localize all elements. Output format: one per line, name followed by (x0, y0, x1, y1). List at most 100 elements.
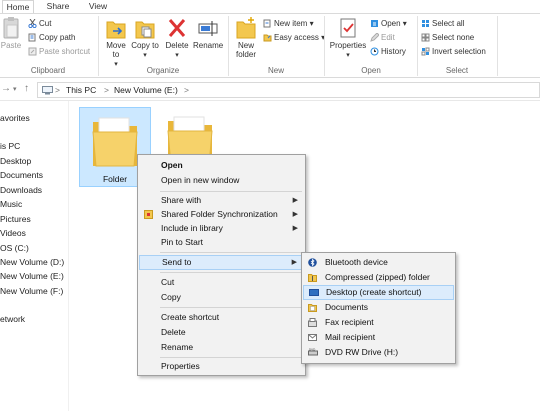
svg-text:DVD: DVD (309, 348, 316, 352)
nav-item-music[interactable]: Music (0, 199, 22, 209)
address-bar[interactable]: > This PC > New Volume (E:) > (37, 82, 540, 98)
copy-path-icon (28, 33, 36, 42)
send-to-dvd-drive[interactable]: DVD DVD RW Drive (H:) (303, 345, 454, 360)
new-group-label: New (267, 66, 284, 75)
compressed-folder-label: Compressed (zipped) folder (325, 272, 430, 282)
nav-item-downloads[interactable]: Downloads (0, 185, 42, 195)
menu-separator (160, 191, 302, 192)
documents-icon (308, 304, 317, 312)
nav-item-pictures[interactable]: Pictures (0, 214, 31, 224)
nav-item-new-volume-f[interactable]: New Volume (F:) (0, 286, 63, 296)
menu-item-pin-to-start[interactable]: Pin to Start (139, 235, 304, 250)
menu-item-open[interactable]: Open (139, 158, 304, 173)
nav-item-this-pc[interactable]: is PC (0, 141, 20, 151)
new-item-icon (263, 19, 271, 28)
nav-item-videos[interactable]: Videos (0, 228, 26, 238)
menu-separator (160, 357, 302, 358)
history-button[interactable]: History (370, 45, 406, 58)
open-group-label: Open (361, 66, 381, 75)
menu-item-share-with[interactable]: Share with ▶ (139, 193, 304, 208)
dvd-drive-label: DVD RW Drive (H:) (325, 347, 399, 357)
cut-button[interactable]: Cut (28, 17, 51, 30)
move-to-button[interactable]: Move to ▾ (102, 16, 130, 69)
send-to-fax-recipient[interactable]: Fax recipient (303, 315, 454, 330)
invert-selection-button[interactable]: Invert selection (421, 45, 486, 58)
up-button[interactable]: ↑ (24, 83, 29, 94)
rename-icon (198, 21, 218, 36)
delete-button[interactable]: Delete ▾ (163, 16, 191, 60)
menu-item-rename[interactable]: Rename (139, 340, 304, 355)
edit-button[interactable]: Edit (370, 31, 395, 44)
context-menu: Open Open in new window Share with ▶ Shar… (137, 154, 306, 376)
menu-item-copy[interactable]: Copy (139, 290, 304, 305)
send-to-label: Send to (162, 257, 192, 267)
tab-view[interactable]: View (84, 0, 112, 13)
rename-button[interactable]: Rename (193, 16, 223, 50)
breadcrumb-separator: > (55, 85, 60, 95)
tab-share[interactable]: Share (44, 0, 72, 13)
rename-label: Rename (193, 41, 224, 50)
send-to-documents[interactable]: Documents (303, 300, 454, 315)
copy-to-button[interactable]: Copy to ▾ (131, 16, 159, 60)
ribbon-divider (417, 16, 418, 76)
cut-label: Cut (39, 19, 52, 28)
pc-icon (42, 86, 53, 95)
open-label: Open (381, 19, 401, 28)
bluetooth-label: Bluetooth device (325, 257, 388, 267)
menu-item-properties[interactable]: Properties (139, 359, 304, 374)
menu-item-send-to[interactable]: Send to ▶ (139, 255, 304, 270)
desktop-shortcut-label: Desktop (create shortcut) (326, 287, 422, 297)
paste-shortcut-label: Paste shortcut (39, 47, 91, 56)
invert-selection-icon (421, 47, 430, 56)
send-to-desktop-shortcut[interactable]: Desktop (create shortcut) (303, 285, 454, 300)
submenu-arrow-icon: ▶ (292, 211, 298, 218)
easy-access-button[interactable]: Easy access ▾ (263, 31, 325, 44)
paste-icon (3, 17, 19, 39)
menu-item-include-in-library[interactable]: Include in library ▶ (139, 221, 304, 236)
pane-divider[interactable] (68, 101, 69, 411)
documents-label: Documents (325, 302, 368, 312)
mail-icon (308, 334, 317, 341)
menu-separator (160, 307, 302, 308)
paste-shortcut-button[interactable]: Paste shortcut (28, 45, 90, 58)
nav-item-network[interactable]: etwork (0, 314, 25, 324)
nav-item-new-volume-d[interactable]: New Volume (D:) (0, 257, 64, 267)
menu-item-open-new-window[interactable]: Open in new window (139, 173, 304, 188)
easy-access-label: Easy access (274, 33, 319, 42)
nav-item-documents[interactable]: Documents (0, 170, 43, 180)
send-to-mail-recipient[interactable]: Mail recipient (303, 330, 454, 345)
breadcrumb-new-volume-e[interactable]: New Volume (E:) (114, 85, 178, 95)
edit-icon (370, 32, 380, 42)
copy-path-button[interactable]: Copy path (28, 31, 75, 44)
properties-button[interactable]: Properties ▾ (328, 16, 368, 60)
menu-item-cut[interactable]: Cut (139, 275, 304, 290)
send-to-compressed-folder[interactable]: Compressed (zipped) folder (303, 270, 454, 285)
menu-item-shared-folder-sync[interactable]: Shared Folder Synchronization ▶ (139, 207, 304, 222)
new-folder-button[interactable]: New folder (232, 16, 260, 59)
open-icon (371, 20, 378, 27)
select-all-button[interactable]: Select all (421, 17, 464, 30)
new-item-button[interactable]: New item ▾ (263, 17, 314, 30)
select-all-label: Select all (432, 19, 465, 28)
ribbon-divider (98, 16, 99, 76)
nav-item-new-volume-e[interactable]: New Volume (E:) (0, 271, 64, 281)
menu-item-create-shortcut[interactable]: Create shortcut (139, 310, 304, 325)
nav-item-os-c[interactable]: OS (C:) (0, 243, 29, 253)
dvd-drive-icon: DVD (308, 348, 318, 356)
send-to-bluetooth[interactable]: Bluetooth device (303, 255, 454, 270)
folder-icon (92, 117, 138, 167)
properties-icon (340, 18, 356, 38)
select-none-button[interactable]: Select none (421, 31, 474, 44)
menu-item-delete[interactable]: Delete (139, 325, 304, 340)
nav-item-favorites[interactable]: avorites (0, 113, 30, 123)
move-to-label: Move to (106, 41, 126, 59)
breadcrumb-this-pc[interactable]: This PC (66, 85, 96, 95)
recent-locations-button[interactable]: ▾ (13, 85, 17, 93)
tab-home[interactable]: Home (2, 0, 34, 13)
nav-item-desktop[interactable]: Desktop (0, 156, 31, 166)
forward-button[interactable]: → (1, 83, 11, 94)
paste-shortcut-icon (28, 47, 37, 56)
share-with-label: Share with (161, 195, 202, 205)
open-button[interactable]: Open ▾ (370, 17, 407, 30)
paste-button[interactable]: Paste (0, 16, 22, 50)
